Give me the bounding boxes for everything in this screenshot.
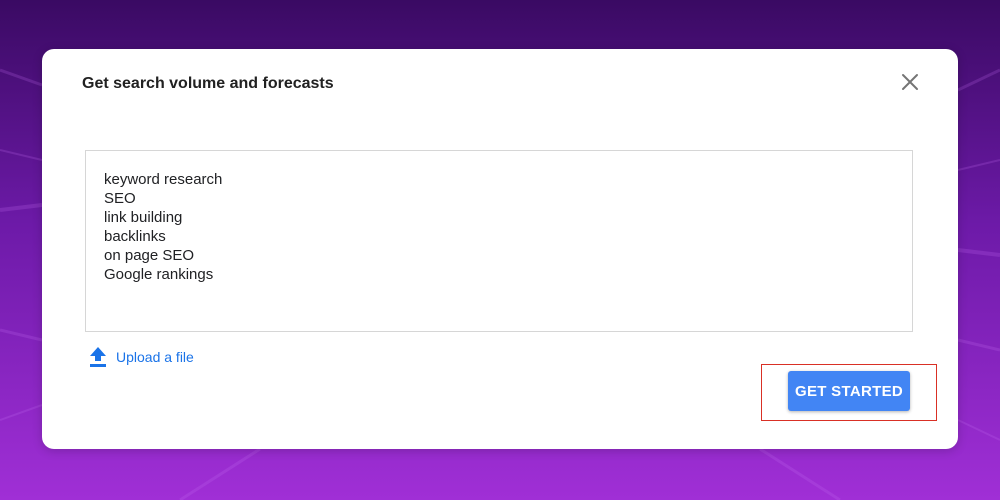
upload-icon (90, 347, 106, 367)
search-volume-dialog: Get search volume and forecasts keyword … (42, 49, 958, 449)
keywords-textarea[interactable]: keyword research SEO link building backl… (85, 150, 913, 332)
get-started-button[interactable]: GET STARTED (788, 371, 910, 411)
keyword-line: on page SEO (104, 247, 195, 264)
dialog-title: Get search volume and forecasts (82, 75, 334, 92)
keyword-line: keyword research (104, 171, 223, 188)
upload-file-link[interactable]: Upload a file (88, 345, 194, 369)
keyword-line: SEO (104, 190, 136, 207)
close-icon (902, 74, 918, 90)
close-button[interactable] (894, 66, 926, 98)
keyword-line: backlinks (104, 228, 166, 245)
upload-file-label: Upload a file (116, 349, 194, 365)
keyword-line: Google rankings (104, 266, 214, 283)
keyword-line: link building (104, 209, 183, 226)
